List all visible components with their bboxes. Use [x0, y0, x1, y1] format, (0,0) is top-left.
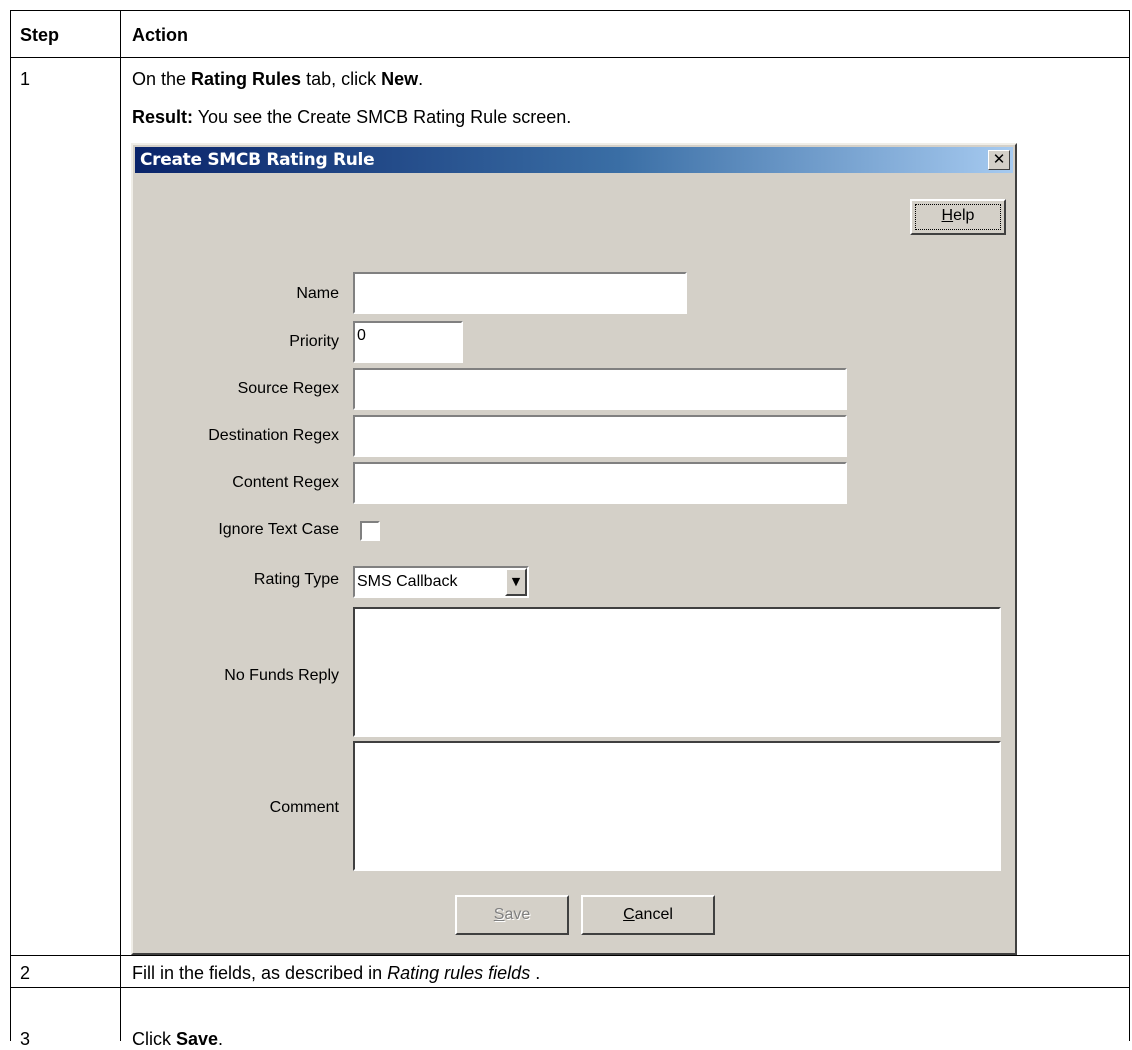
step-number-2: 2 [20, 963, 31, 983]
source-regex-input[interactable] [353, 368, 847, 410]
name-input[interactable] [353, 272, 687, 314]
step-number-1: 1 [20, 69, 31, 89]
source-regex-label: Source Regex [237, 380, 339, 397]
ignore-text-case-label: Ignore Text Case [218, 521, 339, 538]
step-number-3: 3 [20, 1029, 31, 1049]
step-1-result: Result: You see the Create SMCB Rating R… [132, 107, 572, 127]
priority-label: Priority [289, 333, 339, 350]
destination-regex-input[interactable] [353, 415, 847, 457]
no-funds-reply-textarea[interactable] [353, 607, 1001, 737]
step-1-instruction: On the Rating Rules tab, click New. [132, 69, 424, 89]
content-regex-label: Content Regex [232, 474, 339, 491]
step-2-instruction: Fill in the fields, as described in Rati… [132, 963, 541, 983]
comment-textarea[interactable] [353, 741, 1001, 871]
ignore-text-case-checkbox[interactable] [360, 521, 380, 541]
content-regex-input[interactable] [353, 462, 847, 504]
help-button[interactable]: Help [910, 199, 1006, 235]
dialog-title-bar[interactable]: Create SMCB Rating Rule ✕ [135, 147, 1013, 173]
step-3-instruction: Click Save. [132, 1029, 224, 1049]
close-icon: ✕ [992, 150, 1006, 168]
no-funds-reply-label: No Funds Reply [224, 667, 339, 684]
header-step: Step [20, 25, 60, 45]
comment-label: Comment [269, 799, 339, 816]
rating-type-value: SMS Callback [357, 573, 458, 590]
close-button[interactable]: ✕ [988, 150, 1010, 170]
save-button[interactable]: Save [455, 895, 569, 935]
chevron-down-icon[interactable]: ▼ [505, 568, 527, 596]
rating-type-label: Rating Type [253, 571, 339, 588]
header-action: Action [132, 25, 188, 45]
destination-regex-label: Destination Regex [208, 427, 339, 444]
cancel-button[interactable]: Cancel [581, 895, 715, 935]
priority-input[interactable]: 0 [353, 321, 463, 363]
create-smcb-rating-rule-dialog: Create SMCB Rating Rule ✕ Help Name Prio… [131, 143, 1017, 955]
name-label: Name [296, 285, 339, 302]
dialog-title: Create SMCB Rating Rule [140, 150, 375, 170]
rating-type-select[interactable]: SMS Callback ▼ [353, 566, 529, 598]
